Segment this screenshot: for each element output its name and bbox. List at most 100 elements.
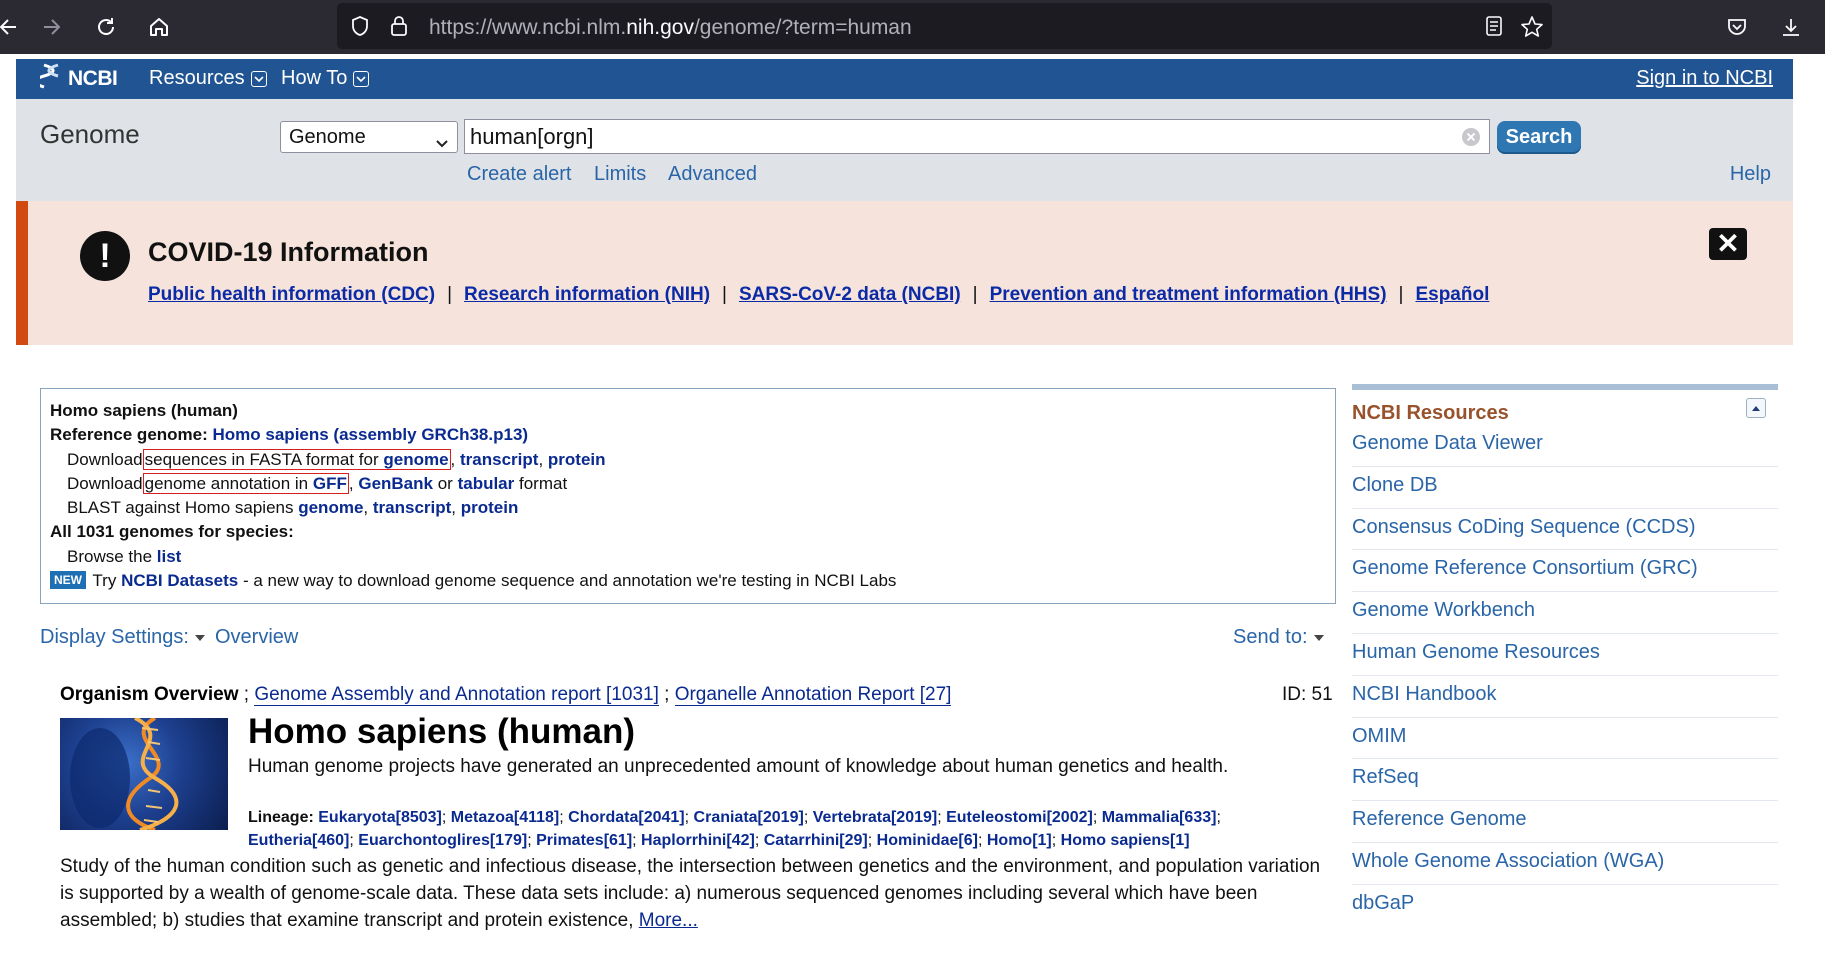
- create-alert-link[interactable]: Create alert: [467, 163, 572, 186]
- pocket-icon[interactable]: [1720, 10, 1754, 44]
- lineage-link[interactable]: Homo sapiens[1]: [1061, 832, 1190, 849]
- bookmark-star-icon[interactable]: [1520, 15, 1544, 44]
- search-area: Genome Genome human[orgn] Search Create …: [16, 99, 1793, 201]
- lineage: Lineage: Eukaryota[8503]; Metazoa[4118];…: [248, 809, 1221, 849]
- sidebar-item-dbgap[interactable]: dbGaP: [1352, 885, 1778, 927]
- ncbi-datasets-link[interactable]: NCBI Datasets: [121, 571, 238, 590]
- chevron-down-icon: [250, 70, 267, 87]
- ncbi-logo[interactable]: NCBI: [33, 63, 118, 95]
- lineage-link[interactable]: Vertebrata[2019]: [813, 809, 938, 826]
- tabular-link[interactable]: tabular: [458, 474, 515, 493]
- dropdown-arrow-icon: [1313, 634, 1324, 641]
- sidebar-title: NCBI Resources: [1352, 402, 1509, 424]
- sign-in-link[interactable]: Sign in to NCBI: [1636, 67, 1773, 90]
- home-icon[interactable]: [142, 10, 176, 44]
- lineage-link[interactable]: Haplorrhini[42]: [641, 832, 755, 849]
- browser-toolbar: https://www.ncbi.nlm.nih.gov/genome/?ter…: [0, 0, 1825, 54]
- address-bar[interactable]: https://www.ncbi.nlm.nih.gov/genome/?ter…: [337, 3, 1552, 49]
- sidebar-divider: [1352, 384, 1778, 390]
- sidebar-item-ccds[interactable]: Consensus CoDing Sequence (CCDS): [1352, 509, 1778, 551]
- reader-view-icon[interactable]: [1485, 15, 1503, 42]
- sidebar-item-genome-workbench[interactable]: Genome Workbench: [1352, 592, 1778, 634]
- database-title: Genome: [40, 119, 140, 149]
- sidebar-item-clone-db[interactable]: Clone DB: [1352, 467, 1778, 509]
- forward-icon[interactable]: [34, 10, 68, 44]
- lineage-link[interactable]: Eutheria[460]: [248, 832, 349, 849]
- organelle-report-link[interactable]: Organelle Annotation Report [27]: [674, 684, 952, 706]
- lineage-separator: ;: [684, 809, 694, 826]
- browse-list-link[interactable]: list: [157, 547, 182, 566]
- exclamation-icon: !: [80, 231, 130, 281]
- covid-banner: ! COVID-19 Information Public health inf…: [16, 201, 1793, 345]
- dropdown-arrow-icon: [194, 634, 205, 641]
- howto-menu[interactable]: How To: [281, 67, 370, 90]
- fasta-genome-link[interactable]: genome: [383, 450, 448, 469]
- blast-transcript-link[interactable]: transcript: [373, 498, 451, 517]
- lineage-link[interactable]: Mammalia[633]: [1102, 809, 1217, 826]
- display-settings[interactable]: Display Settings:: [40, 626, 205, 649]
- covid-link-nih[interactable]: Research information (NIH): [464, 284, 710, 305]
- collapse-icon[interactable]: [1746, 398, 1766, 418]
- lineage-separator: ;: [1216, 809, 1221, 826]
- lineage-link[interactable]: Homo[1]: [987, 832, 1052, 849]
- ref-genome-link[interactable]: Homo sapiens (assembly GRCh38.p13): [213, 425, 529, 444]
- search-input[interactable]: human[orgn]: [464, 119, 1490, 154]
- genbank-link[interactable]: GenBank: [358, 474, 433, 493]
- lineage-link[interactable]: Chordata[2041]: [568, 809, 684, 826]
- sidebar-item-human-genome-resources[interactable]: Human Genome Resources: [1352, 634, 1778, 676]
- covid-link-cdc[interactable]: Public health information (CDC): [148, 284, 435, 305]
- more-link[interactable]: More...: [639, 910, 698, 931]
- back-icon[interactable]: [0, 10, 26, 44]
- chevron-down-icon: [435, 132, 449, 155]
- sidebar-item-wga[interactable]: Whole Genome Association (WGA): [1352, 843, 1778, 885]
- sidebar-item-reference-genome[interactable]: Reference Genome: [1352, 801, 1778, 843]
- send-to[interactable]: Send to:: [1233, 626, 1324, 649]
- lineage-link[interactable]: Eukaryota[8503]: [318, 809, 442, 826]
- covid-link-hhs[interactable]: Prevention and treatment information (HH…: [990, 284, 1387, 305]
- chevron-down-icon: [353, 70, 370, 87]
- lock-icon[interactable]: [389, 15, 409, 42]
- lineage-separator: ;: [1092, 809, 1102, 826]
- sidebar-item-omim[interactable]: OMIM: [1352, 718, 1778, 760]
- limits-link[interactable]: Limits: [594, 163, 646, 186]
- sidebar-item-grc[interactable]: Genome Reference Consortium (GRC): [1352, 550, 1778, 593]
- lineage-link[interactable]: Primates[61]: [536, 832, 632, 849]
- close-icon[interactable]: ✕: [1709, 228, 1747, 260]
- database-select[interactable]: Genome: [280, 121, 458, 153]
- lineage-link[interactable]: Hominidae[6]: [877, 832, 978, 849]
- blast-protein-link[interactable]: protein: [461, 498, 519, 517]
- lineage-link[interactable]: Euarchontoglires[179]: [358, 832, 527, 849]
- sidebar-list: Genome Data Viewer Clone DB Consensus Co…: [1352, 425, 1778, 927]
- overview-link[interactable]: Overview: [215, 626, 298, 649]
- blast-genome-link[interactable]: genome: [298, 498, 363, 517]
- lineage-link[interactable]: Catarrhini[29]: [764, 832, 868, 849]
- search-button[interactable]: Search: [1497, 121, 1581, 154]
- help-link[interactable]: Help: [1730, 163, 1771, 186]
- sidebar-item-ncbi-handbook[interactable]: NCBI Handbook: [1352, 676, 1778, 718]
- advanced-link[interactable]: Advanced: [668, 163, 757, 186]
- lineage-separator: ;: [559, 809, 569, 826]
- lineage-link[interactable]: Craniata[2019]: [694, 809, 804, 826]
- resources-menu[interactable]: Resources: [149, 67, 267, 90]
- covid-links: Public health information (CDC) | Research…: [148, 284, 1490, 305]
- ncbi-header: NCBI Resources How To Sign in to NCBI: [16, 59, 1793, 99]
- covid-link-ncbi[interactable]: SARS-CoV-2 data (NCBI): [739, 284, 961, 305]
- lineage-link[interactable]: Euteleostomi[2002]: [946, 809, 1093, 826]
- record-id: ID: 51: [1282, 684, 1333, 705]
- gff-link[interactable]: GFF: [313, 474, 347, 493]
- clear-icon[interactable]: [1461, 127, 1481, 153]
- dna-image[interactable]: [60, 718, 228, 830]
- lineage-separator: ;: [1051, 832, 1061, 849]
- assembly-report-link[interactable]: Genome Assembly and Annotation report [1…: [254, 684, 659, 706]
- lineage-link[interactable]: Metazoa[4118]: [451, 809, 560, 826]
- download-icon[interactable]: [1774, 10, 1808, 44]
- reload-icon[interactable]: [89, 10, 123, 44]
- organism-title: Homo sapiens (human): [248, 712, 635, 751]
- fasta-protein-link[interactable]: protein: [548, 450, 606, 469]
- shield-icon[interactable]: [350, 15, 370, 42]
- sidebar-item-genome-data-viewer[interactable]: Genome Data Viewer: [1352, 425, 1778, 467]
- ncbi-resources-sidebar: NCBI Resources Genome Data Viewer Clone …: [1352, 384, 1778, 927]
- covid-link-espanol[interactable]: Español: [1415, 284, 1489, 305]
- sidebar-item-refseq[interactable]: RefSeq: [1352, 759, 1778, 802]
- fasta-transcript-link[interactable]: transcript: [460, 450, 538, 469]
